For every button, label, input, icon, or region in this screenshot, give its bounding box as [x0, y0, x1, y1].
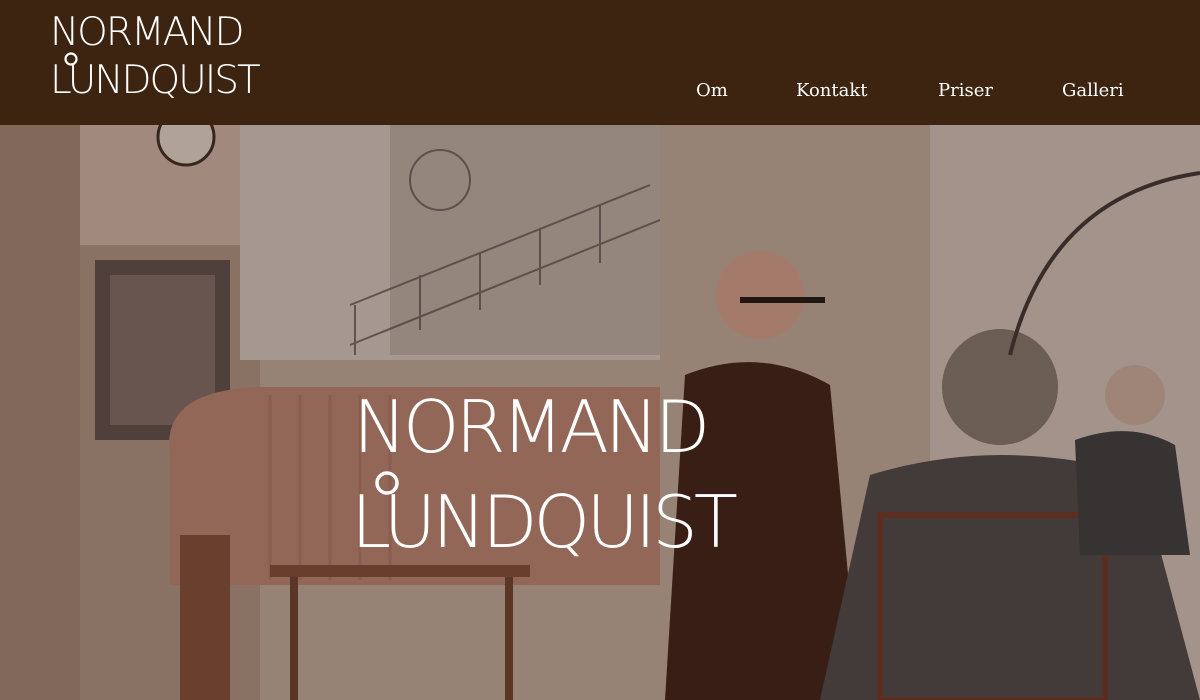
logo-mark-icon: [64, 52, 78, 66]
nav-item-om[interactable]: Om: [696, 80, 728, 101]
nav-item-galleri[interactable]: Galleri: [1062, 80, 1124, 101]
nav-item-kontakt[interactable]: Kontakt: [796, 80, 868, 101]
header-logo[interactable]: NORMAND LUNDQUIST: [50, 8, 302, 108]
site-header: NORMAND LUNDQUIST Om Kontakt Priser Gall…: [0, 0, 1200, 125]
hero-logo-mark-icon: [375, 471, 399, 495]
hero-section: NORMAND LUNDQUIST: [0, 125, 1200, 700]
nav-item-priser[interactable]: Priser: [938, 80, 993, 101]
hero-logo: NORMAND LUNDQUIST: [351, 385, 855, 587]
